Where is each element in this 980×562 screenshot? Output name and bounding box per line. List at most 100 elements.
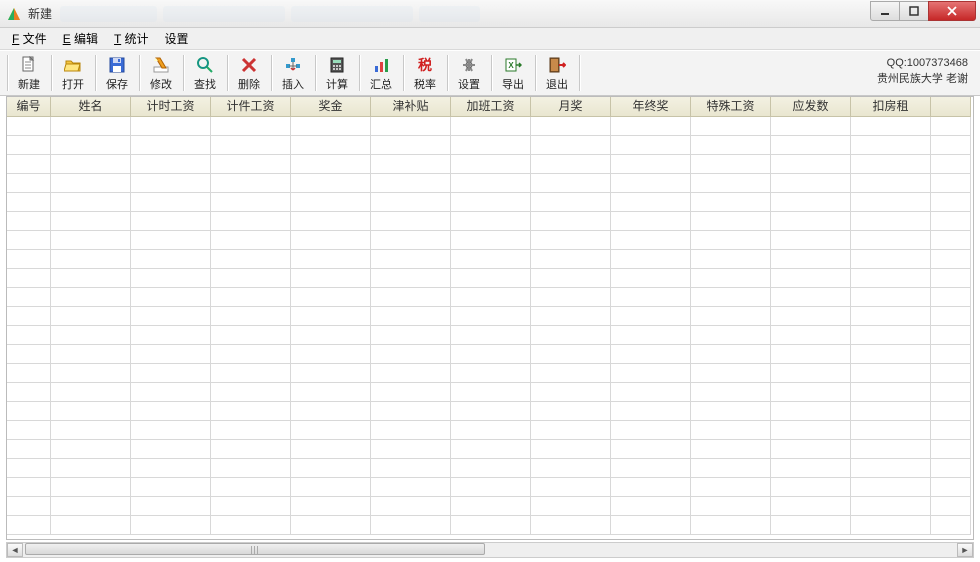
cell[interactable] — [851, 516, 931, 535]
cell[interactable] — [291, 345, 371, 364]
cell[interactable] — [51, 288, 131, 307]
cell[interactable] — [7, 497, 51, 516]
cell[interactable] — [931, 440, 971, 459]
menu-file[interactable]: F 文件 — [6, 28, 53, 49]
cell[interactable] — [371, 345, 451, 364]
cell[interactable] — [371, 136, 451, 155]
cell[interactable] — [7, 250, 51, 269]
cell[interactable] — [291, 326, 371, 345]
cell[interactable] — [531, 193, 611, 212]
cell[interactable] — [851, 421, 931, 440]
cell[interactable] — [771, 326, 851, 345]
cell[interactable] — [611, 174, 691, 193]
cell[interactable] — [611, 212, 691, 231]
cell[interactable] — [451, 136, 531, 155]
cell[interactable] — [7, 231, 51, 250]
table-row[interactable] — [7, 231, 973, 250]
cell[interactable] — [291, 459, 371, 478]
cell[interactable] — [531, 516, 611, 535]
table-row[interactable] — [7, 383, 973, 402]
cell[interactable] — [51, 307, 131, 326]
cell[interactable] — [531, 136, 611, 155]
cell[interactable] — [931, 516, 971, 535]
cell[interactable] — [291, 307, 371, 326]
cell[interactable] — [211, 193, 291, 212]
column-header-piece[interactable]: 计件工资 — [211, 97, 291, 117]
cell[interactable] — [451, 421, 531, 440]
cell[interactable] — [531, 459, 611, 478]
cell[interactable] — [211, 307, 291, 326]
menu-edit[interactable]: E 编辑 — [57, 28, 104, 49]
cell[interactable] — [931, 345, 971, 364]
insert-button[interactable]: 插入 — [274, 51, 312, 95]
menu-stats[interactable]: T 统计 — [108, 28, 154, 49]
cell[interactable] — [851, 345, 931, 364]
cell[interactable] — [131, 421, 211, 440]
cell[interactable] — [931, 288, 971, 307]
cell[interactable] — [371, 250, 451, 269]
cell[interactable] — [451, 364, 531, 383]
cell[interactable] — [291, 478, 371, 497]
cell[interactable] — [291, 497, 371, 516]
cell[interactable] — [931, 383, 971, 402]
cell[interactable] — [531, 383, 611, 402]
cell[interactable] — [451, 193, 531, 212]
column-header-bonus[interactable]: 奖金 — [291, 97, 371, 117]
delete-button[interactable]: 删除 — [230, 51, 268, 95]
cell[interactable] — [291, 117, 371, 136]
cell[interactable] — [211, 269, 291, 288]
cell[interactable] — [611, 345, 691, 364]
cell[interactable] — [611, 478, 691, 497]
column-header-no[interactable]: 编号 — [7, 97, 51, 117]
cell[interactable] — [611, 459, 691, 478]
column-header-tail[interactable] — [931, 97, 971, 117]
cell[interactable] — [771, 212, 851, 231]
cell[interactable] — [851, 193, 931, 212]
cell[interactable] — [451, 459, 531, 478]
cell[interactable] — [771, 155, 851, 174]
cell[interactable] — [931, 136, 971, 155]
cell[interactable] — [7, 212, 51, 231]
cell[interactable] — [7, 155, 51, 174]
cell[interactable] — [211, 231, 291, 250]
cell[interactable] — [371, 231, 451, 250]
cell[interactable] — [51, 117, 131, 136]
table-row[interactable] — [7, 269, 973, 288]
cell[interactable] — [851, 478, 931, 497]
cell[interactable] — [51, 193, 131, 212]
cell[interactable] — [451, 440, 531, 459]
cell[interactable] — [531, 117, 611, 136]
cell[interactable] — [291, 193, 371, 212]
table-row[interactable] — [7, 212, 973, 231]
cell[interactable] — [531, 497, 611, 516]
cell[interactable] — [51, 364, 131, 383]
cell[interactable] — [771, 136, 851, 155]
cell[interactable] — [851, 440, 931, 459]
scroll-left-button[interactable]: ◄ — [7, 543, 23, 557]
column-header-overtime[interactable]: 加班工资 — [451, 97, 531, 117]
cell[interactable] — [851, 326, 931, 345]
cell[interactable] — [611, 307, 691, 326]
table-row[interactable] — [7, 478, 973, 497]
cell[interactable] — [211, 345, 291, 364]
data-grid[interactable]: 编号姓名计时工资计件工资奖金津补贴加班工资月奖年终奖特殊工资应发数扣房租 — [6, 96, 974, 540]
cell[interactable] — [131, 459, 211, 478]
cell[interactable] — [371, 307, 451, 326]
cell[interactable] — [531, 231, 611, 250]
cell[interactable] — [931, 212, 971, 231]
cell[interactable] — [371, 459, 451, 478]
cell[interactable] — [771, 117, 851, 136]
cell[interactable] — [691, 345, 771, 364]
cell[interactable] — [771, 421, 851, 440]
cell[interactable] — [291, 212, 371, 231]
table-row[interactable] — [7, 440, 973, 459]
settings-button[interactable]: 设置 — [450, 51, 488, 95]
cell[interactable] — [7, 440, 51, 459]
cell[interactable] — [7, 117, 51, 136]
table-row[interactable] — [7, 421, 973, 440]
column-header-due[interactable]: 应发数 — [771, 97, 851, 117]
cell[interactable] — [691, 136, 771, 155]
cell[interactable] — [691, 364, 771, 383]
cell[interactable] — [611, 250, 691, 269]
cell[interactable] — [131, 193, 211, 212]
